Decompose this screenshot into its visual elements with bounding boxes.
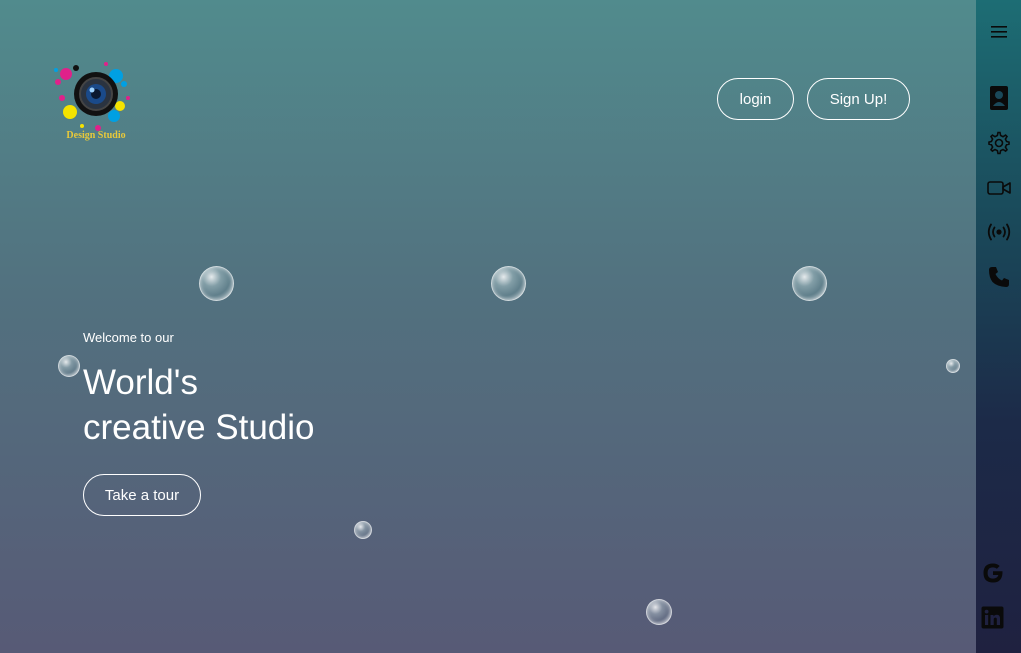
signup-button[interactable]: Sign Up! [807, 78, 910, 120]
bubble-decoration [646, 599, 672, 625]
bubble-decoration [199, 266, 234, 301]
bubble-decoration [946, 359, 960, 373]
main-area: Design Studio login Sign Up! Welcome to … [0, 0, 976, 653]
bubble-decoration [354, 521, 372, 539]
phone-icon[interactable] [976, 264, 1021, 290]
contact-card-icon[interactable] [976, 84, 1021, 112]
menu-icon[interactable] [976, 22, 1021, 42]
google-icon[interactable] [970, 560, 1015, 586]
headline-line-2: creative Studio [83, 408, 315, 447]
camera-lens-logo-icon [54, 62, 130, 131]
logo-caption: Design Studio [66, 130, 126, 141]
right-sidebar [976, 0, 1021, 653]
headline-line-1: World's [83, 363, 198, 402]
bubble-decoration [792, 266, 827, 301]
broadcast-icon[interactable] [976, 220, 1021, 244]
bubble-decoration [58, 355, 80, 377]
studio-logo[interactable]: Design Studio [46, 54, 138, 146]
take-a-tour-button[interactable]: Take a tour [83, 474, 201, 516]
video-camera-icon[interactable] [976, 176, 1021, 200]
hero-headline: World's creative Studio [83, 360, 315, 450]
login-button[interactable]: login [717, 78, 794, 120]
welcome-text: Welcome to our [83, 330, 174, 345]
bubble-decoration [491, 266, 526, 301]
linkedin-icon[interactable] [970, 604, 1015, 630]
gear-icon[interactable] [976, 130, 1021, 156]
